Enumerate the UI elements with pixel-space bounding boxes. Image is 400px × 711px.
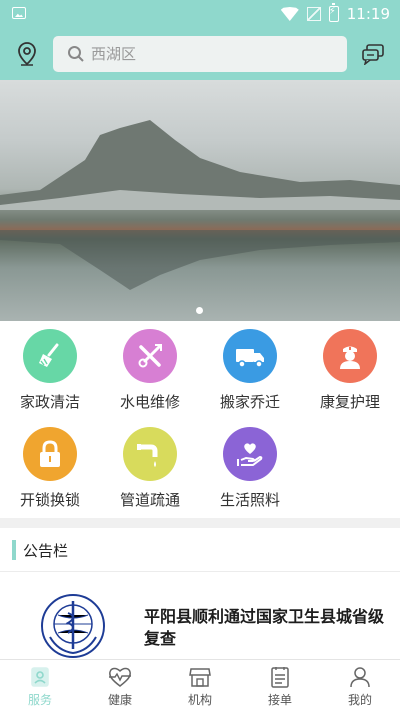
carousel-indicator-dot[interactable] (196, 307, 203, 314)
service-rehab-nursing[interactable]: 康复护理 (300, 321, 400, 419)
news-item[interactable]: 平阳县顺利通过国家卫生县城省级复查 (0, 573, 400, 659)
tab-label: 接单 (267, 693, 292, 707)
service-label: 家政清洁 (19, 393, 80, 411)
battery-icon (328, 3, 339, 22)
tab-mine[interactable]: 我的 (320, 660, 400, 711)
service-icon (0, 660, 80, 688)
nurse-icon (323, 329, 377, 383)
service-label: 水电维修 (119, 393, 180, 411)
broom-icon (23, 329, 77, 383)
store-icon (160, 660, 240, 688)
service-label: 搬家乔迁 (219, 393, 280, 411)
tab-service[interactable]: 服务 (0, 660, 80, 711)
order-icon (240, 660, 320, 688)
tab-label: 服务 (27, 693, 52, 707)
status-time: 11:19 (346, 5, 390, 23)
service-locksmith[interactable]: 开锁换锁 (0, 419, 100, 517)
services-grid: 家政清洁 水电维修 搬家乔迁 康复护理 开锁换锁 管道疏通 生活照料 (0, 321, 400, 517)
who-emblem-thumbnail (41, 594, 105, 658)
tools-icon (123, 329, 177, 383)
tab-label: 健康 (107, 693, 132, 707)
tab-health[interactable]: 健康 (80, 660, 160, 711)
section-divider (0, 518, 400, 528)
service-label: 开锁换锁 (19, 491, 80, 509)
location-button[interactable] (14, 40, 40, 68)
bottom-navigation: 服务 健康 机构 接单 我的 (0, 659, 400, 711)
service-life-care[interactable]: 生活照料 (200, 419, 300, 517)
tab-label: 机构 (187, 693, 212, 707)
app-header (0, 28, 400, 80)
service-label: 生活照料 (219, 491, 280, 509)
tab-institution[interactable]: 机构 (160, 660, 240, 711)
wifi-icon (280, 7, 299, 21)
service-label: 管道疏通 (119, 491, 180, 509)
service-home-cleaning[interactable]: 家政清洁 (0, 321, 100, 419)
banner-carousel[interactable] (0, 80, 400, 321)
gallery-icon (12, 7, 26, 19)
heartbeat-icon (80, 660, 160, 688)
banner-image (0, 120, 400, 210)
chat-icon (362, 44, 384, 65)
pipe-icon (123, 427, 177, 481)
section-accent-bar (12, 540, 16, 560)
tab-orders[interactable]: 接单 (240, 660, 320, 711)
user-icon (320, 660, 400, 688)
message-button[interactable] (360, 40, 386, 68)
service-moving[interactable]: 搬家乔迁 (200, 321, 300, 419)
notice-board-header: 公告栏 (0, 528, 400, 572)
truck-icon (223, 329, 277, 383)
status-bar: 11:19 (0, 0, 400, 28)
notice-board-title: 公告栏 (23, 542, 69, 560)
search-bar[interactable] (53, 36, 347, 72)
service-plumbing-electric-repair[interactable]: 水电维修 (100, 321, 200, 419)
service-pipe-unclogging[interactable]: 管道疏通 (100, 419, 200, 517)
news-headline: 平阳县顺利通过国家卫生县城省级复查 (144, 607, 385, 648)
heart-hand-icon (223, 427, 277, 481)
tab-label: 我的 (347, 693, 372, 707)
lock-icon (23, 427, 77, 481)
no-signal-icon (306, 7, 321, 21)
service-label: 康复护理 (319, 393, 380, 411)
location-pin-icon (18, 42, 36, 66)
search-input[interactable] (91, 45, 321, 63)
search-icon (61, 45, 91, 63)
